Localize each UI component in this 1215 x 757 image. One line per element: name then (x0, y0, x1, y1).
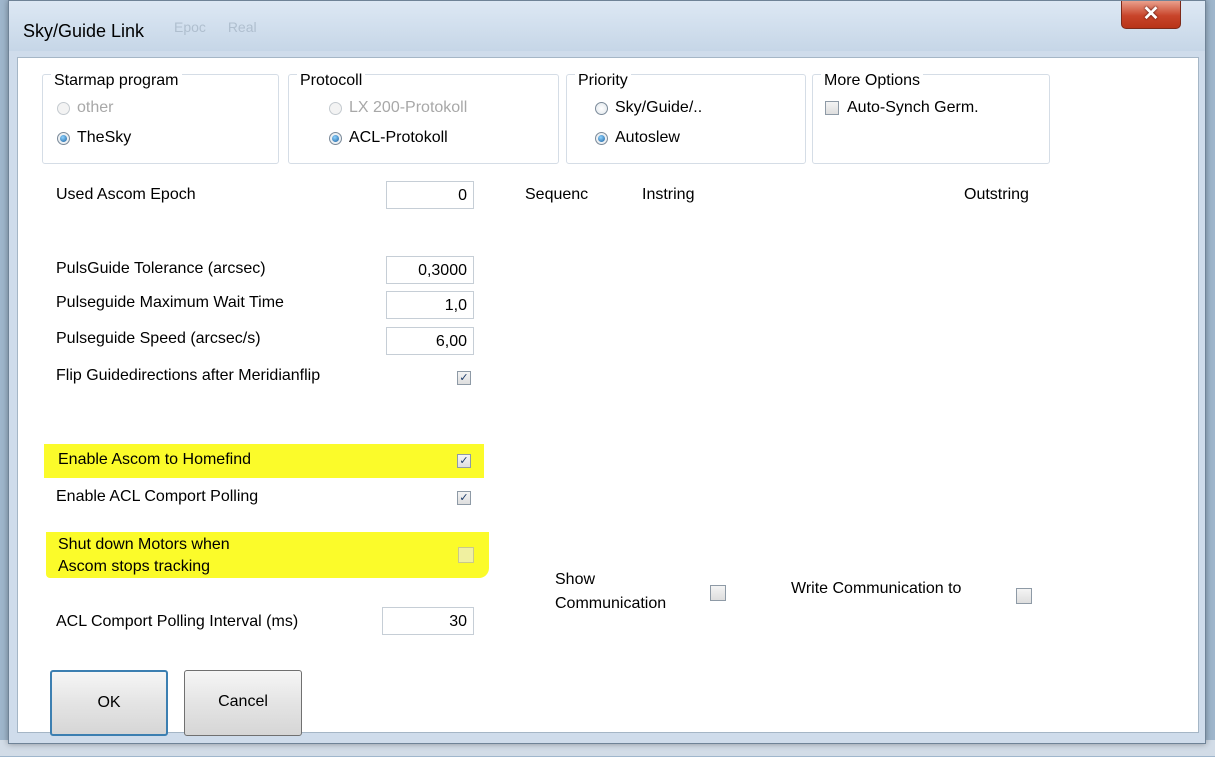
more-options-group: More Options Auto-Synch Germ. (812, 72, 1050, 164)
radio-lx200[interactable]: LX 200-Protokoll (329, 99, 467, 117)
background-toolbar: Epoc Real (174, 19, 474, 43)
radio-label: Autoslew (615, 129, 680, 146)
radio-acl[interactable]: ACL-Protokoll (329, 129, 448, 147)
window-title: Sky/Guide Link (23, 21, 145, 41)
checkbox-icon (825, 101, 839, 115)
radio-icon (329, 131, 342, 145)
outstring-header: Outstring (964, 186, 1029, 203)
priority-group-title: Priority (575, 72, 631, 90)
homefind-checkbox[interactable]: ✓ (457, 454, 471, 468)
show-comm-label-line1: Show (555, 571, 596, 588)
write-comm-checkbox[interactable] (1016, 588, 1032, 604)
flip-label: Flip Guidedirections after Meridianflip (56, 367, 321, 384)
interval-input[interactable]: 30 (382, 607, 474, 635)
speed-label: Pulseguide Speed (arcsec/s) (56, 330, 261, 347)
homefind-label: Enable Ascom to Homefind (58, 451, 251, 468)
radio-icon (595, 131, 608, 145)
flip-checkbox[interactable]: ✓ (457, 371, 471, 385)
protocol-group-title: Protocoll (297, 72, 366, 90)
close-icon: ✕ (1142, 3, 1160, 25)
dialog-client: Starmap program other TheSky Protocoll L… (17, 57, 1199, 736)
radio-label: ACL-Protokoll (349, 129, 448, 146)
radio-label: TheSky (77, 129, 132, 146)
radio-label: LX 200-Protokoll (349, 99, 468, 116)
speed-input[interactable]: 6,00 (386, 327, 474, 355)
protocol-group: Protocoll LX 200-Protokoll ACL-Protokoll (288, 72, 559, 164)
shutdown-label-line2: Ascom stops tracking (58, 558, 211, 575)
polling-label: Enable ACL Comport Polling (56, 488, 259, 505)
checkbox-label: Auto-Synch Germ. (847, 99, 979, 116)
maxwait-label: Pulseguide Maximum Wait Time (56, 294, 284, 311)
priority-group: Priority Sky/Guide/.. Autoslew (566, 72, 806, 164)
radio-icon (329, 101, 342, 115)
close-button[interactable]: ✕ (1121, 1, 1181, 29)
shutdown-label-line1: Shut down Motors when (58, 536, 230, 553)
radio-icon (595, 101, 608, 115)
epoch-label: Used Ascom Epoch (56, 186, 196, 203)
tolerance-label: PulsGuide Tolerance (arcsec) (56, 260, 266, 277)
radio-icon (57, 131, 70, 145)
radio-label: other (77, 99, 114, 116)
title-bar: Sky/Guide Link Epoc Real ✕ (9, 1, 1205, 51)
background-toolbar-item: Epoc (174, 19, 206, 35)
tolerance-input[interactable]: 0,3000 (386, 256, 474, 284)
show-comm-label-line2: Communication (555, 595, 667, 612)
radio-other[interactable]: other (57, 99, 113, 117)
more-options-group-title: More Options (821, 72, 924, 90)
epoch-input[interactable]: 0 (386, 181, 474, 209)
radio-skyguide[interactable]: Sky/Guide/.. (595, 99, 702, 117)
background-toolbar-item: Real (227, 19, 257, 35)
radio-icon (57, 101, 70, 115)
radio-label: Sky/Guide/.. (615, 99, 703, 116)
dialog-window: Sky/Guide Link Epoc Real ✕ Starmap progr… (8, 0, 1206, 744)
starmap-group: Starmap program other TheSky (42, 72, 279, 164)
shutdown-checkbox[interactable] (458, 547, 474, 563)
show-comm-checkbox[interactable] (710, 585, 726, 601)
maxwait-input[interactable]: 1,0 (386, 291, 474, 319)
ok-button[interactable]: OK (50, 670, 168, 736)
write-comm-label: Write Communication to (791, 580, 962, 597)
sequenc-header: Sequenc (525, 186, 589, 203)
radio-thesky[interactable]: TheSky (57, 129, 131, 147)
cancel-button[interactable]: Cancel (184, 670, 302, 736)
radio-autoslew[interactable]: Autoslew (595, 129, 680, 147)
auto-synch-checkbox[interactable]: Auto-Synch Germ. (825, 99, 979, 117)
instring-header: Instring (642, 186, 695, 203)
polling-checkbox[interactable]: ✓ (457, 491, 471, 505)
interval-label: ACL Comport Polling Interval (ms) (56, 613, 299, 630)
starmap-group-title: Starmap program (51, 72, 182, 90)
